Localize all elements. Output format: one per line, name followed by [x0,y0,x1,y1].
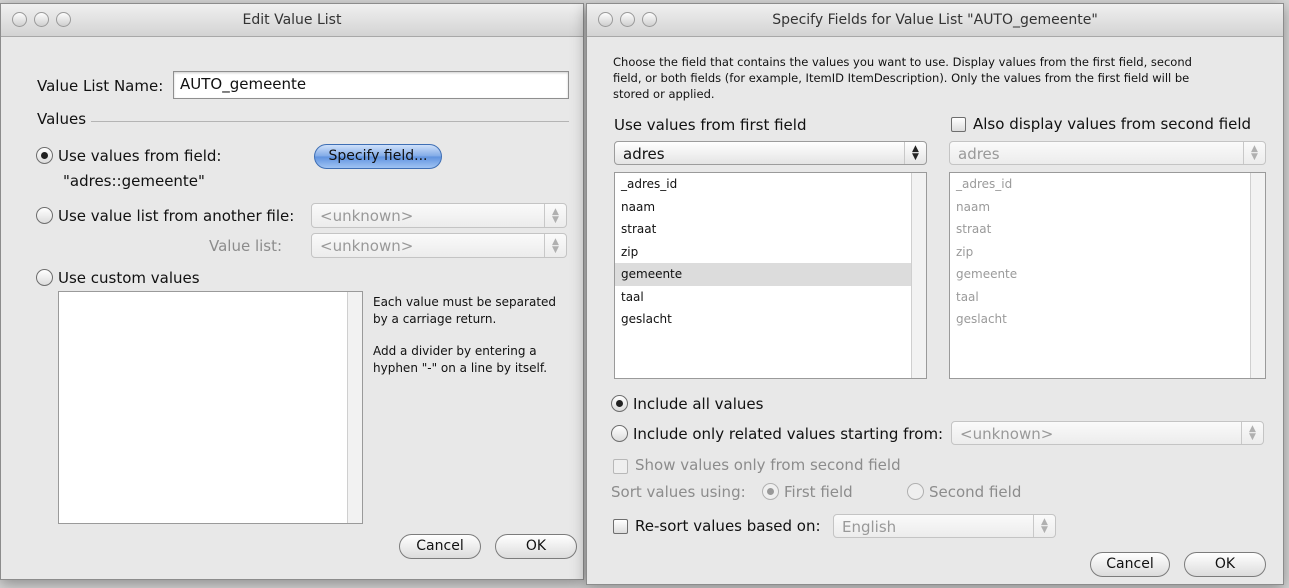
specify-fields-dialog: Specify Fields for Value List "AUTO_geme… [586,3,1284,585]
include-related-values-label[interactable]: Include only related values starting fro… [633,425,943,443]
first-field-list-scrollbar[interactable] [911,173,926,378]
sort-second-field-label[interactable]: Second field [929,483,1021,501]
popup-arrows-icon: ▲ ▼ [1243,142,1265,164]
popup-arrows-icon: ▲ ▼ [1033,515,1055,537]
second-table-popup-value: adres [958,145,1000,163]
values-group-heading: Values [37,110,87,128]
help-line-3: Add a divider by entering a [373,344,537,358]
sort-values-label: Sort values using: [611,483,746,501]
first-table-popup-value: adres [623,145,665,163]
help-line-4: hyphen "-" on a line by itself. [373,361,548,375]
related-table-popup-value: <unknown> [960,425,1054,443]
sort-first-field-radio[interactable] [762,483,779,500]
first-table-popup[interactable]: adres ▲ ▼ [614,141,927,165]
first-field-heading: Use values from first field [614,116,807,134]
value-list-label: Value list: [209,237,283,255]
specify-ok-button[interactable]: OK [1184,552,1266,577]
instructions-line-1: Choose the field that contains the value… [613,55,1192,69]
list-item[interactable]: straat [950,218,1265,241]
value-list-name-label: Value List Name: [37,77,164,95]
resort-values-checkbox[interactable] [613,519,628,534]
custom-values-textarea[interactable] [58,291,363,524]
window-title: Edit Value List [242,12,342,28]
use-value-list-from-file-label[interactable]: Use value list from another file: [58,207,294,225]
first-field-list-items: _adres_id naam straat zip gemeente taal … [615,173,926,331]
edit-value-list-dialog: Edit Value List Value List Name: AUTO_ge… [0,3,584,580]
list-item[interactable]: taal [950,286,1265,309]
list-item-selected[interactable]: gemeente [615,263,926,286]
edit-ok-button[interactable]: OK [495,534,577,559]
list-item[interactable]: _adres_id [950,173,1265,196]
specify-cancel-button[interactable]: Cancel [1090,552,1170,577]
popup-arrows-icon: ▲ ▼ [544,234,566,257]
include-related-values-radio[interactable] [611,425,628,442]
list-item[interactable]: geslacht [950,308,1265,331]
include-all-values-label[interactable]: Include all values [633,395,763,413]
help-line-2: by a carriage return. [373,312,497,326]
related-table-popup[interactable]: <unknown> ▲ ▼ [951,421,1264,445]
edit-cancel-button[interactable]: Cancel [399,534,481,559]
second-field-list[interactable]: _adres_id naam straat zip gemeente taal … [949,172,1266,379]
help-line-1: Each value must be separated [373,295,557,309]
use-custom-values-label[interactable]: Use custom values [58,269,200,287]
list-item[interactable]: naam [950,196,1265,219]
popup-arrows-icon: ▲ ▼ [544,204,566,227]
use-value-list-from-file-radio[interactable] [36,207,53,224]
first-field-list[interactable]: _adres_id naam straat zip gemeente taal … [614,172,927,379]
selected-field-reference: "adres::gemeente" [63,172,205,190]
list-item[interactable]: straat [615,218,926,241]
list-item[interactable]: gemeente [950,263,1265,286]
list-item[interactable]: geslacht [615,308,926,331]
popup-arrows-icon: ▲ ▼ [904,142,926,164]
use-values-from-field-radio[interactable] [36,147,53,164]
use-custom-values-radio[interactable] [36,269,53,286]
second-field-list-scrollbar[interactable] [1250,173,1265,378]
instructions-line-2: field, or both fields (for example, Item… [613,71,1190,85]
value-list-popup-value: <unknown> [320,237,414,255]
show-second-only-checkbox[interactable] [613,459,628,474]
list-item[interactable]: zip [950,241,1265,264]
use-values-from-field-label[interactable]: Use values from field: [58,147,221,165]
resort-language-popup[interactable]: English ▲ ▼ [833,514,1056,538]
title-bar[interactable]: Edit Value List [1,4,583,37]
custom-values-scrollbar[interactable] [347,292,362,523]
sort-first-field-label[interactable]: First field [784,483,853,501]
file-popup[interactable]: <unknown> ▲ ▼ [311,203,567,228]
second-field-checkbox[interactable] [951,117,966,132]
second-field-list-items: _adres_id naam straat zip gemeente taal … [950,173,1265,331]
popup-arrows-icon: ▲ ▼ [1241,422,1263,444]
values-group-divider [91,121,569,122]
list-item[interactable]: naam [615,196,926,219]
show-second-only-label[interactable]: Show values only from second field [635,456,901,474]
file-popup-value: <unknown> [320,207,414,225]
instructions-text: Choose the field that contains the value… [613,54,1192,102]
custom-values-help-text: Each value must be separated by a carria… [373,294,556,377]
sort-second-field-radio[interactable] [907,483,924,500]
window-title: Specify Fields for Value List "AUTO_geme… [772,12,1098,28]
list-item[interactable]: _adres_id [615,173,926,196]
second-field-label[interactable]: Also display values from second field [973,115,1251,133]
value-list-name-input[interactable]: AUTO_gemeente [173,71,569,99]
value-list-popup[interactable]: <unknown> ▲ ▼ [311,233,567,258]
list-item[interactable]: taal [615,286,926,309]
resort-language-popup-value: English [842,518,897,536]
specify-field-button[interactable]: Specify field... [314,144,442,169]
title-bar[interactable]: Specify Fields for Value List "AUTO_geme… [587,4,1283,37]
second-table-popup[interactable]: adres ▲ ▼ [949,141,1266,165]
instructions-line-3: stored or applied. [613,87,715,101]
resort-values-label[interactable]: Re-sort values based on: [635,517,821,535]
include-all-values-radio[interactable] [611,395,628,412]
list-item[interactable]: zip [615,241,926,264]
